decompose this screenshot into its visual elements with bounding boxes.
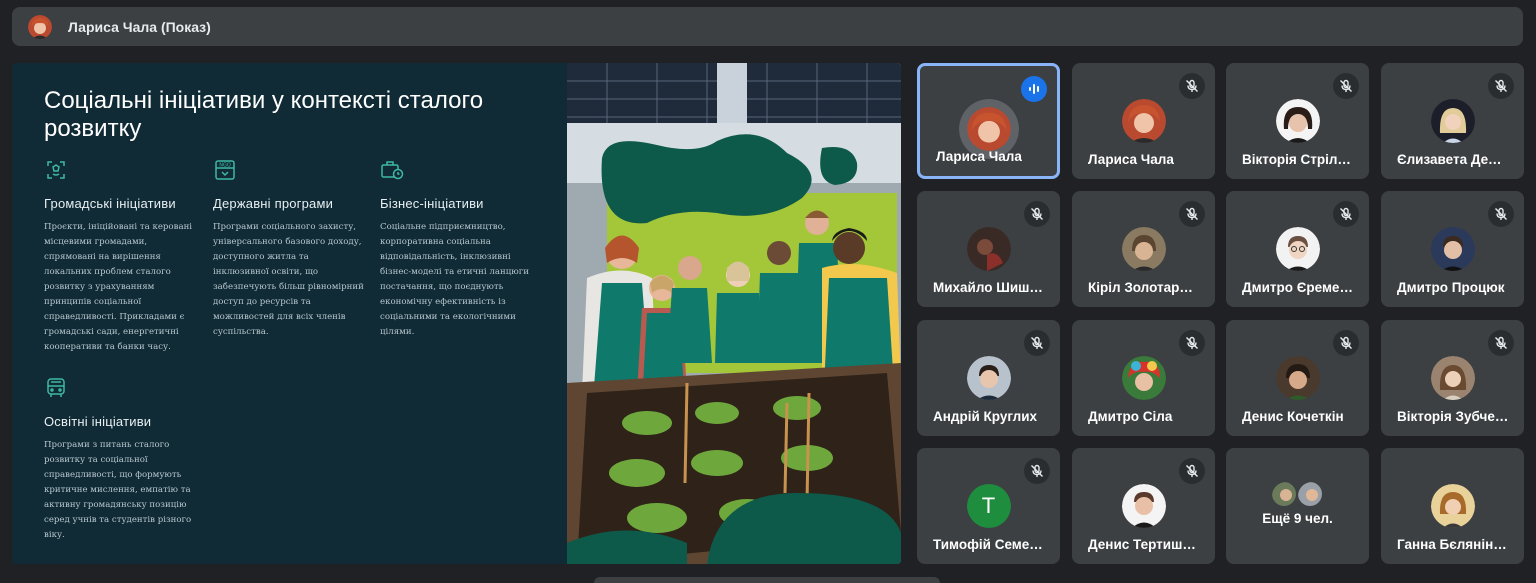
avatar: [1275, 227, 1320, 271]
column-text: Програми соціального захисту, універсаль…: [213, 222, 364, 337]
participant-name: Лариса Чала: [1088, 152, 1174, 167]
avatar: [966, 356, 1011, 400]
mic-off-icon: [1179, 201, 1205, 227]
participant-name: Вікторія Зубченко: [1397, 409, 1509, 424]
participant-name: Ганна Бєлянінова: [1397, 537, 1509, 552]
avatar: [1430, 227, 1475, 271]
mic-off-icon: [1024, 330, 1050, 356]
participant-name: Андрій Круглих: [933, 409, 1038, 424]
column-heading: Бізнес-ініціативи: [380, 196, 484, 211]
avatar: [1430, 356, 1475, 400]
more-participants-label: Ещё 9 чел.: [1262, 511, 1333, 526]
participant-tile[interactable]: Дмитро Процюк: [1381, 191, 1524, 307]
mic-off-icon: [1333, 201, 1359, 227]
ngo-icon: NGO: [215, 160, 235, 180]
participant-tile[interactable]: Михайло Шишкін: [917, 191, 1060, 307]
column-government: NGO Державні програми Програми соціально…: [213, 158, 365, 340]
participant-tile[interactable]: Денис Кочеткін: [1226, 320, 1369, 436]
participant-tile[interactable]: Дмитро Сіла: [1072, 320, 1215, 436]
column-business: Бізнес-ініціативи Соціальне підприємницт…: [380, 158, 530, 340]
avatar: [1121, 484, 1166, 528]
avatar: [1269, 480, 1298, 508]
avatar: [1121, 356, 1166, 400]
briefcase-clock-icon: [381, 161, 404, 180]
participant-name: Вікторія Стрілецька: [1242, 152, 1354, 167]
participant-name: Лариса Чала: [936, 149, 1022, 164]
presenter-bar[interactable]: Лариса Чала (Показ): [12, 7, 1523, 46]
participant-tile[interactable]: Кіріл Золотарьов: [1072, 191, 1215, 307]
column-text: Проєкти, ініційовані та керовані місцеви…: [44, 222, 193, 352]
participant-tile[interactable]: Ганна Бєлянінова: [1381, 448, 1524, 564]
avatar: [1121, 227, 1166, 271]
letter-avatar: T: [966, 484, 1011, 528]
participant-tile[interactable]: T Тимофій Семенюк: [917, 448, 1060, 564]
mic-off-icon: [1179, 330, 1205, 356]
avatar: T: [966, 484, 1011, 528]
avatar: [1121, 99, 1166, 143]
column-heading: Громадські ініціативи: [44, 196, 176, 211]
participant-tile[interactable]: Дмитро Єременко: [1226, 191, 1369, 307]
recycle-icon: [47, 161, 65, 179]
mic-off-icon: [1488, 73, 1514, 99]
participant-tile[interactable]: Лариса Чала: [917, 63, 1060, 179]
more-participants-avatars: [1268, 480, 1328, 508]
participant-tile[interactable]: Вікторія Зубченко: [1381, 320, 1524, 436]
presenter-title: Лариса Чала (Показ): [68, 18, 211, 35]
participant-name: Денис Тертишний: [1088, 537, 1200, 552]
more-participants-tile[interactable]: Ещё 9 чел.: [1226, 448, 1369, 564]
avatar: [1295, 480, 1324, 508]
participant-name: Дмитро Сіла: [1088, 409, 1173, 424]
participant-tile[interactable]: Лариса Чала: [1072, 63, 1215, 179]
participant-name: Кіріл Золотарьов: [1088, 280, 1200, 295]
avatar: [1275, 99, 1320, 143]
mic-off-icon: [1024, 201, 1050, 227]
participant-name: Дмитро Процюк: [1397, 280, 1505, 295]
mic-off-icon: [1488, 330, 1514, 356]
mic-off-icon: [1024, 458, 1050, 484]
avatar: [1430, 484, 1475, 528]
participant-tile[interactable]: Андрій Круглих: [917, 320, 1060, 436]
column-heading: Освітні ініціативи: [44, 414, 152, 429]
participant-tile[interactable]: Єлизавета Демченко: [1381, 63, 1524, 179]
participant-name: Михайло Шишкін: [933, 280, 1045, 295]
mic-off-icon: [1179, 73, 1205, 99]
column-text: Програми з питань сталого розвитку та со…: [44, 440, 192, 540]
mic-off-icon: [1333, 73, 1359, 99]
svg-text:NGO: NGO: [219, 163, 231, 169]
avatar: [1275, 356, 1320, 400]
column-heading: Державні програми: [213, 196, 334, 211]
mic-off-icon: [1179, 458, 1205, 484]
mic-off-icon: [1488, 201, 1514, 227]
participant-name: Дмитро Єременко: [1242, 280, 1354, 295]
participant-tile[interactable]: Денис Тертишний: [1072, 448, 1215, 564]
avatar: [1430, 99, 1475, 143]
participant-tile[interactable]: Вікторія Стрілецька: [1226, 63, 1369, 179]
school-bus-icon: [47, 378, 65, 397]
column-education: Освітні ініціативи Програми з питань ста…: [44, 376, 194, 543]
speaking-indicator-icon: [1021, 76, 1047, 102]
slide-title: Соціальні ініціативи у контексті сталого…: [44, 87, 484, 142]
column-text: Соціальне підприємництво, корпоративна с…: [380, 222, 529, 337]
mic-off-icon: [1333, 330, 1359, 356]
participant-name: Денис Кочеткін: [1242, 409, 1344, 424]
participant-name: Єлизавета Демченко: [1397, 152, 1509, 167]
controls-handle[interactable]: [594, 577, 940, 583]
shared-presentation: Соціальні ініціативи у контексті сталого…: [12, 63, 901, 564]
column-community: Громадські ініціативи Проєкти, ініційова…: [44, 158, 194, 355]
presenter-avatar: [28, 14, 52, 39]
avatar: [966, 227, 1011, 271]
participant-name: Тимофій Семенюк: [933, 537, 1045, 552]
garden-photo: [567, 63, 901, 564]
